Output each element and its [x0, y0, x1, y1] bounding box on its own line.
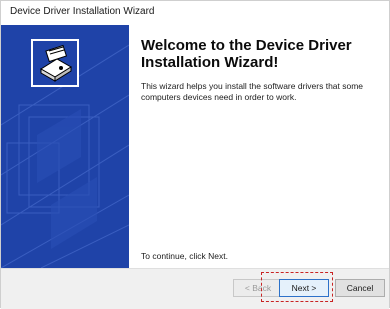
hardware-device-icon	[31, 39, 79, 87]
wizard-banner	[1, 25, 129, 268]
welcome-heading: Welcome to the Device Driver Installatio…	[141, 37, 352, 71]
cancel-button[interactable]: Cancel	[335, 279, 385, 297]
window-title: Device Driver Installation Wizard	[10, 6, 155, 17]
wizard-window: Device Driver Installation Wizard Welcom…	[0, 0, 390, 309]
next-button-highlight	[261, 272, 333, 302]
welcome-content: Welcome to the Device Driver Installatio…	[141, 31, 381, 103]
wizard-description: This wizard helps you install the softwa…	[141, 81, 364, 102]
title-bar: Device Driver Installation Wizard	[1, 1, 389, 25]
continue-instruction: To continue, click Next.	[141, 251, 228, 261]
